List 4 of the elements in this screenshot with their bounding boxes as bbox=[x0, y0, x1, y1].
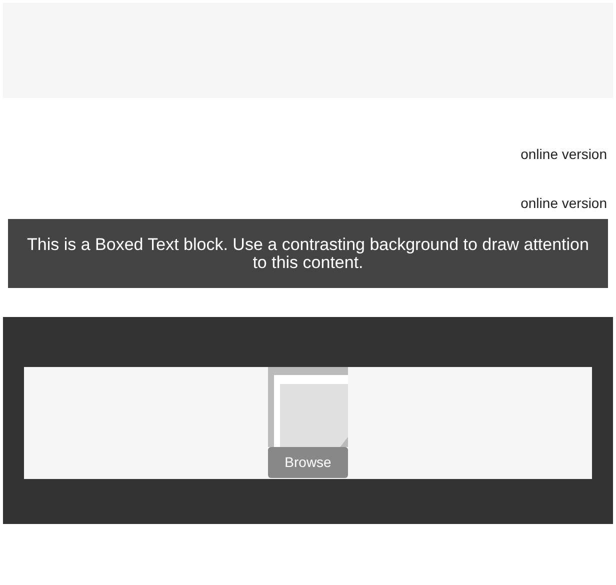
boxed-text: This is a Boxed Text block. Use a contrasting background to draw attention to this content. bbox=[8, 219, 608, 288]
browse-button[interactable]: Browse bbox=[268, 447, 348, 478]
online-version-link[interactable]: online version bbox=[520, 146, 607, 163]
online-version-link[interactable]: online version bbox=[520, 195, 607, 212]
